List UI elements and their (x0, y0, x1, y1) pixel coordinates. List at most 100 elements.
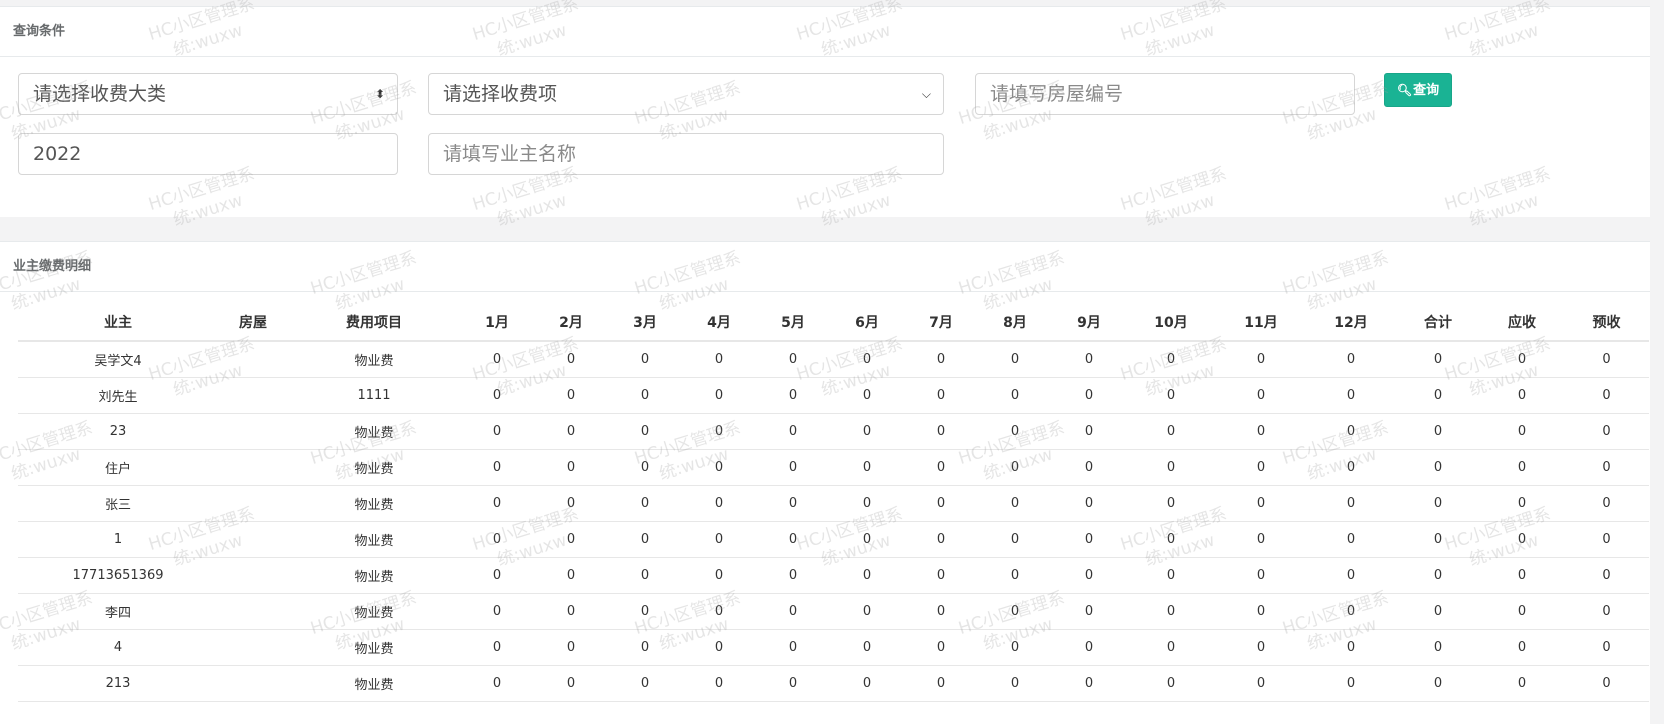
payment-detail-table: 业主 房屋 费用项目 1月 2月 3月 4月 5月 6月 7月 8月 9月 10月 11月 12月 合计 应收预… (18, 304, 1649, 702)
table-cell: 0 (1052, 449, 1126, 486)
table-cell: 0 (1306, 557, 1396, 594)
sort-updown-icon: ⬍ (374, 87, 385, 101)
table-cell: 0 (682, 341, 756, 378)
table-cell: 0 (1052, 557, 1126, 594)
table-cell: 0 (1480, 413, 1564, 450)
table-cell: 0 (1396, 377, 1480, 414)
table-cell: 0 (682, 377, 756, 414)
table-row: 213 物业费 0 0 0 0 0 0 0 0 0 0 0 0 0 0 0 (18, 665, 1649, 702)
table-cell: 0 (1216, 341, 1306, 378)
table-cell: 0 (830, 557, 904, 594)
column-header: 1月 (460, 304, 534, 342)
column-header: 9月 (1052, 304, 1126, 342)
table-cell: 0 (978, 377, 1052, 414)
table-row: 23 物业费 0 0 0 0 0 0 0 0 0 0 0 0 0 0 0 (18, 413, 1649, 450)
table-cell: 0 (1216, 377, 1306, 414)
table-cell: 0 (1126, 413, 1216, 450)
table-cell: 0 (1216, 557, 1306, 594)
table-cell: 0 (830, 377, 904, 414)
column-header: 11月 (1216, 304, 1306, 342)
table-cell: 0 (1052, 521, 1126, 558)
table-cell: 0 (756, 665, 830, 702)
table-cell: 0 (1126, 557, 1216, 594)
table-cell: 物业费 (288, 413, 460, 450)
owner-name-input[interactable]: 请填写业主名称 (428, 133, 944, 175)
table-cell: 0 (682, 521, 756, 558)
table-cell: 刘先生 (18, 377, 218, 414)
table-cell: 0 (830, 449, 904, 486)
table-cell: 0 (1126, 593, 1216, 630)
table-cell: 0 (978, 665, 1052, 702)
query-button[interactable]: 🔍︎查询 (1384, 73, 1452, 107)
fee-item-select-value: 请选择收费项 (443, 83, 558, 105)
table-cell: 0 (904, 377, 978, 414)
column-header: 7月 (904, 304, 978, 342)
table-cell (218, 665, 288, 702)
table-cell: 0 (1216, 485, 1306, 522)
table-cell (218, 485, 288, 522)
table-cell: 0 (1052, 629, 1126, 666)
year-input-value: 2022 (33, 143, 82, 165)
table-cell: 0 (1564, 341, 1649, 378)
table-cell: 0 (534, 413, 608, 450)
column-header: 3月 (608, 304, 682, 342)
table-row: 住户 物业费 0 0 0 0 0 0 0 0 0 0 0 0 0 0 0 (18, 449, 1649, 486)
table-cell: 物业费 (288, 341, 460, 378)
table-cell: 0 (1564, 413, 1649, 450)
table-cell: 0 (1564, 593, 1649, 630)
table-cell: 0 (1306, 665, 1396, 702)
table-cell: 0 (608, 521, 682, 558)
table-cell: 0 (460, 485, 534, 522)
table-cell: 物业费 (288, 449, 460, 486)
table-cell: 物业费 (288, 557, 460, 594)
table-cell: 0 (608, 485, 682, 522)
column-header: 5月 (756, 304, 830, 342)
table-row: 李四 物业费 0 0 0 0 0 0 0 0 0 0 0 0 0 0 0 (18, 593, 1649, 630)
table-cell: 0 (904, 341, 978, 378)
table-cell: 0 (904, 485, 978, 522)
table-row: 4 物业费 0 0 0 0 0 0 0 0 0 0 0 0 0 0 0 (18, 629, 1649, 666)
table-cell: 0 (1480, 449, 1564, 486)
table-cell: 0 (534, 665, 608, 702)
table-cell: 0 (534, 629, 608, 666)
column-header: 4月 (682, 304, 756, 342)
table-cell: 物业费 (288, 485, 460, 522)
table-cell: 0 (830, 341, 904, 378)
table-cell: 0 (978, 629, 1052, 666)
table-cell: 物业费 (288, 665, 460, 702)
table-cell: 0 (1480, 629, 1564, 666)
table-cell: 0 (1396, 485, 1480, 522)
table-cell: 0 (830, 413, 904, 450)
table-cell: 0 (830, 593, 904, 630)
table-cell: 0 (830, 521, 904, 558)
table-cell: 0 (1052, 593, 1126, 630)
chevron-down-icon: ⌵ (921, 87, 931, 101)
table-cell: 0 (756, 413, 830, 450)
table-cell: 李四 (18, 593, 218, 630)
table-row: 张三 物业费 0 0 0 0 0 0 0 0 0 0 0 0 0 0 0 (18, 485, 1649, 522)
column-header: 业主 (18, 304, 218, 342)
table-cell: 17713651369 (18, 557, 218, 594)
table-cell: 0 (1480, 557, 1564, 594)
table-cell: 0 (1480, 593, 1564, 630)
table-cell: 1 (18, 521, 218, 558)
table-cell: 0 (1306, 521, 1396, 558)
table-cell: 23 (18, 413, 218, 450)
table-cell: 0 (460, 557, 534, 594)
year-input[interactable]: 2022 (18, 133, 398, 175)
column-header: 合计 (1396, 304, 1480, 342)
fee-item-select[interactable]: 请选择收费项 ⌵ (428, 73, 944, 115)
column-header: 应收 (1480, 304, 1564, 342)
fee-category-select[interactable]: 请选择收费大类 ⬍ (18, 73, 398, 115)
table-cell: 0 (1052, 485, 1126, 522)
table-cell: 0 (682, 557, 756, 594)
table-cell: 0 (682, 593, 756, 630)
table-cell: 张三 (18, 485, 218, 522)
room-number-input[interactable]: 请填写房屋编号 (975, 73, 1355, 115)
table-cell: 0 (534, 341, 608, 378)
table-cell: 0 (1480, 377, 1564, 414)
table-cell: 0 (460, 449, 534, 486)
table-cell: 0 (904, 629, 978, 666)
table-cell: 0 (1306, 629, 1396, 666)
table-cell: 0 (1216, 413, 1306, 450)
